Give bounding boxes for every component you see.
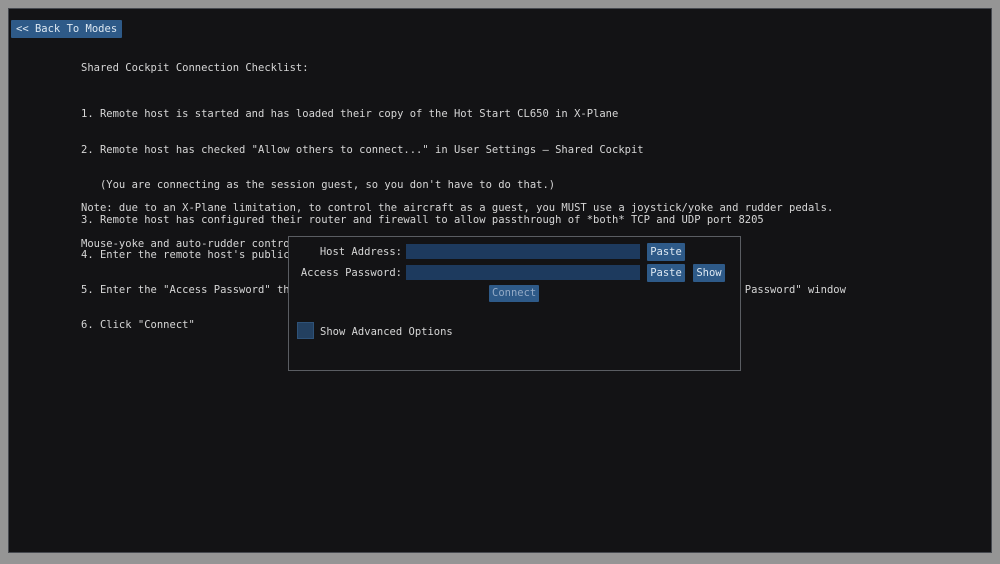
checklist-title: Shared Cockpit Connection Checklist:	[81, 63, 309, 75]
back-to-modes-button[interactable]: << Back To Modes	[11, 20, 122, 38]
checklist-step: 2. Remote host has checked "Allow others…	[81, 145, 846, 157]
main-window: << Back To Modes Shared Cockpit Connecti…	[8, 8, 992, 553]
checklist-step: 1. Remote host is started and has loaded…	[81, 109, 846, 121]
connect-button[interactable]: Connect	[489, 285, 539, 302]
password-show-button[interactable]: Show	[693, 264, 725, 282]
host-paste-button[interactable]: Paste	[647, 243, 685, 261]
note-line: Note: due to an X-Plane limitation, to c…	[81, 203, 833, 215]
connection-form-panel: Host Address: Paste Access Password: Pas…	[288, 236, 741, 371]
host-address-input[interactable]	[406, 244, 640, 259]
access-password-label: Access Password:	[289, 267, 402, 279]
host-address-label: Host Address:	[289, 246, 402, 258]
show-advanced-checkbox[interactable]	[297, 322, 314, 339]
password-paste-button[interactable]: Paste	[647, 264, 685, 282]
show-advanced-label: Show Advanced Options	[320, 326, 453, 338]
access-password-input[interactable]	[406, 265, 640, 280]
